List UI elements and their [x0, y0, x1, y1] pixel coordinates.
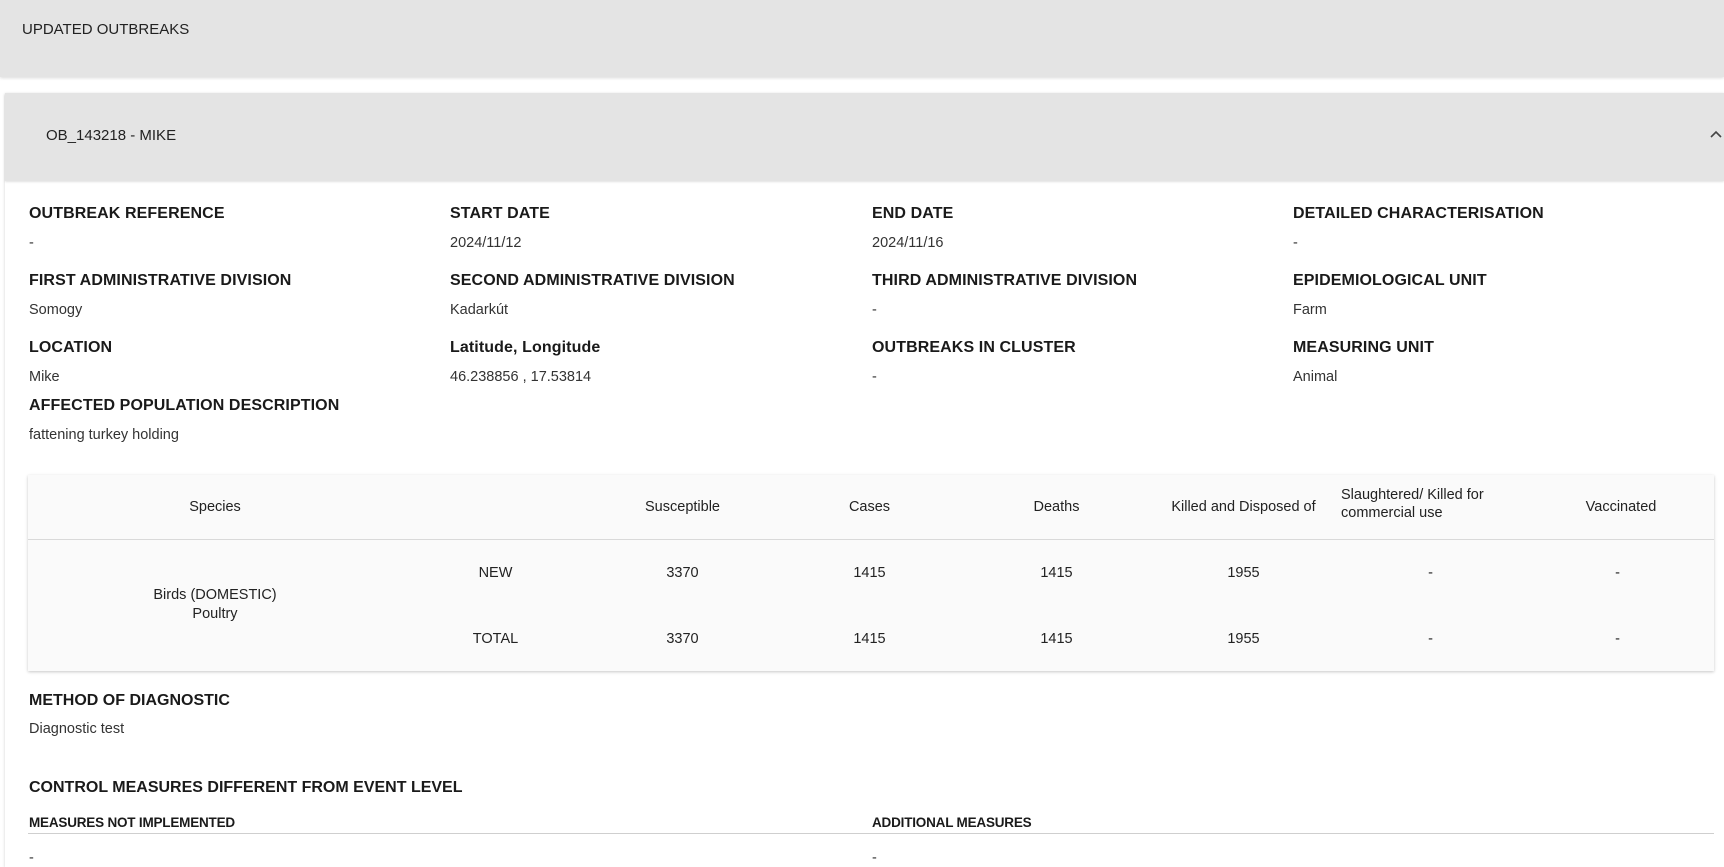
- field-detailed-characterisation: DETAILED CHARACTERISATION -: [1293, 205, 1544, 251]
- field-value: -: [29, 235, 34, 251]
- header-slaughtered: Slaughtered/ Killed for commercial use: [1341, 487, 1531, 521]
- field-value: -: [872, 369, 877, 385]
- field-label: OUTBREAK REFERENCE: [29, 205, 225, 222]
- field-outbreaks-in-cluster: OUTBREAKS IN CLUSTER -: [872, 339, 1076, 385]
- field-label: MEASURING UNIT: [1293, 339, 1434, 356]
- field-value: fattening turkey holding: [29, 427, 179, 443]
- field-location: LOCATION Mike: [29, 339, 112, 385]
- header-vaccinated: Vaccinated: [1585, 499, 1657, 515]
- field-epidemiological-unit: EPIDEMIOLOGICAL UNIT Farm: [1293, 272, 1487, 318]
- field-value: -: [872, 302, 877, 318]
- field-measuring-unit: MEASURING UNIT Animal: [1293, 339, 1434, 385]
- control-measures-label: CONTROL MEASURES DIFFERENT FROM EVENT LE…: [29, 779, 463, 796]
- field-value: Mike: [29, 369, 60, 385]
- page-title: UPDATED OUTBREAKS: [22, 21, 190, 38]
- field-label: DETAILED CHARACTERISATION: [1293, 205, 1544, 222]
- field-outbreak-reference: OUTBREAK REFERENCE -: [29, 205, 225, 251]
- field-label: START DATE: [450, 205, 550, 222]
- field-value: Somogy: [29, 302, 83, 318]
- header-cases: Cases: [848, 499, 891, 515]
- chevron-up-icon[interactable]: [1708, 127, 1724, 141]
- control-measures-divider: [28, 833, 1714, 834]
- field-label: OUTBREAKS IN CLUSTER: [872, 339, 1076, 356]
- new-deaths: 1415: [1040, 565, 1073, 581]
- total-deaths: 1415: [1040, 631, 1073, 647]
- additional-measures-label: ADDITIONAL MEASURES: [872, 815, 1032, 830]
- total-killed: 1955: [1227, 631, 1260, 647]
- new-killed: 1955: [1227, 565, 1260, 581]
- species-line1: Birds (DOMESTIC): [153, 587, 277, 603]
- field-label: AFFECTED POPULATION DESCRIPTION: [29, 397, 340, 414]
- field-value: Kadarkút: [450, 302, 509, 318]
- field-second-admin-division: SECOND ADMINISTRATIVE DIVISION Kadarkút: [450, 272, 735, 318]
- header-species: Species: [189, 499, 241, 515]
- field-label: THIRD ADMINISTRATIVE DIVISION: [872, 272, 1138, 289]
- new-susceptible: 3370: [666, 565, 699, 581]
- field-value: 2024/11/12: [450, 235, 522, 251]
- field-third-admin-division: THIRD ADMINISTRATIVE DIVISION -: [872, 272, 1137, 318]
- total-cases: 1415: [853, 631, 886, 647]
- measures-not-implemented-value: -: [29, 850, 34, 866]
- species-table: Species Susceptible Cases Deaths Killed …: [28, 475, 1714, 671]
- row-type-new: NEW: [478, 565, 513, 581]
- field-lat-long: Latitude, Longitude 46.238856 , 17.53814: [450, 339, 600, 385]
- new-vaccinated: -: [1615, 565, 1620, 581]
- field-label: EPIDEMIOLOGICAL UNIT: [1293, 272, 1487, 289]
- measures-not-implemented-label: MEASURES NOT IMPLEMENTED: [29, 815, 235, 830]
- field-value: -: [1293, 235, 1298, 251]
- total-vaccinated: -: [1615, 631, 1620, 647]
- header-slaughtered-line2: commercial use: [1341, 505, 1443, 521]
- field-label: FIRST ADMINISTRATIVE DIVISION: [29, 272, 292, 289]
- header-deaths: Deaths: [1033, 499, 1080, 515]
- field-first-admin-division: FIRST ADMINISTRATIVE DIVISION Somogy: [29, 272, 291, 318]
- field-label: LOCATION: [29, 339, 113, 356]
- field-value: 2024/11/16: [872, 235, 944, 251]
- field-start-date: START DATE 2024/11/12: [450, 205, 550, 251]
- species-line2: Poultry: [192, 606, 238, 622]
- field-label: END DATE: [872, 205, 954, 222]
- header-killed-disposed: Killed and Disposed of: [1171, 499, 1316, 515]
- header-slaughtered-line1: Slaughtered/ Killed for: [1341, 487, 1484, 503]
- header-susceptible: Susceptible: [645, 499, 720, 515]
- outbreak-title: OB_143218 - MIKE: [46, 127, 177, 144]
- new-cases: 1415: [853, 565, 886, 581]
- field-value: 46.238856 , 17.53814: [450, 369, 592, 385]
- total-slaughtered: -: [1428, 631, 1433, 647]
- field-value: Animal: [1293, 369, 1338, 385]
- method-diagnostic-label: METHOD OF DIAGNOSTIC: [29, 692, 230, 709]
- new-slaughtered: -: [1428, 565, 1433, 581]
- updated-outbreaks-header: UPDATED OUTBREAKS: [0, 0, 1724, 77]
- method-diagnostic-value: Diagnostic test: [29, 721, 125, 737]
- additional-measures-value: -: [872, 850, 877, 866]
- field-value: Farm: [1293, 302, 1327, 318]
- field-affected-population: AFFECTED POPULATION DESCRIPTION fattenin…: [29, 397, 339, 443]
- field-label: SECOND ADMINISTRATIVE DIVISION: [450, 272, 735, 289]
- species-name: Birds (DOMESTIC) Poultry: [28, 587, 402, 622]
- field-end-date: END DATE 2024/11/16: [872, 205, 953, 251]
- row-type-total: TOTAL: [472, 631, 519, 647]
- table-header-divider: [28, 539, 1714, 540]
- outbreak-panel-header[interactable]: OB_143218 - MIKE: [5, 93, 1724, 181]
- field-label: Latitude, Longitude: [450, 339, 601, 356]
- total-susceptible: 3370: [666, 631, 699, 647]
